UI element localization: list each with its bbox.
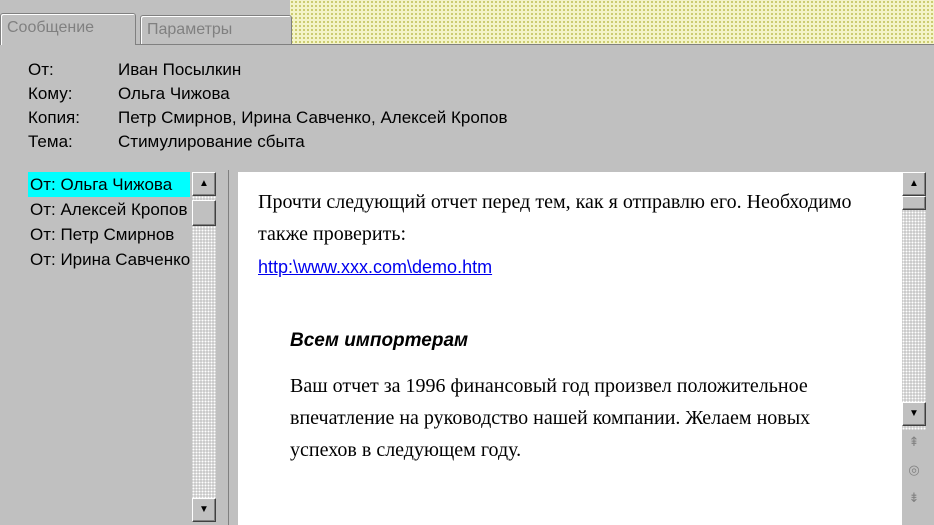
to-value: Ольга Чижова (118, 84, 230, 103)
cc-row: Копия: Петр Смирнов, Ирина Савченко, Алек… (28, 106, 507, 130)
browse-buttons: ⇞ ◎ ⇟ (902, 430, 926, 525)
message-header: От: Иван Посылкин Кому: Ольга Чижова Копия… (28, 58, 507, 154)
message-paragraph: Ваш отчет за 1996 финансовый год произве… (290, 375, 811, 461)
body-scroll-thumb[interactable] (902, 196, 926, 210)
message-body: Прочти следующий отчет перед тем, как я … (238, 172, 902, 525)
message-link[interactable]: http:\www.xxx.com\demo.htm (258, 257, 492, 278)
from-value: Иван Посылкин (118, 60, 242, 79)
to-label: Кому: (28, 84, 73, 103)
tab-parameters[interactable]: Параметры (140, 15, 292, 45)
list-item[interactable]: От: Ирина Савченко (28, 247, 190, 272)
subject-value: Стимулирование сбыта (118, 132, 305, 151)
from-row: От: Иван Посылкин (28, 58, 507, 82)
subject-label: Тема: (28, 132, 73, 151)
tab-strip-background (290, 0, 934, 45)
tab-parameters-label: Параметры (147, 21, 233, 38)
double-arrow-down-icon[interactable]: ⇟ (902, 486, 926, 510)
list-scrollbar[interactable]: ▲ ▼ (192, 172, 216, 522)
list-item[interactable]: От: Ольга Чижова (28, 172, 190, 197)
cc-label: Копия: (28, 108, 80, 127)
double-arrow-up-icon[interactable]: ⇞ (902, 430, 926, 454)
message-subheading: Всем импортерам (290, 330, 469, 351)
arrow-down-icon[interactable]: ▼ (902, 402, 926, 426)
pane-splitter[interactable] (228, 170, 236, 525)
tab-strip: Сообщение Параметры (0, 0, 934, 45)
to-row: Кому: Ольга Чижова (28, 82, 507, 106)
tab-message[interactable]: Сообщение (0, 13, 136, 45)
list-item[interactable]: От: Алексей Кропов (28, 197, 190, 222)
arrow-up-icon[interactable]: ▲ (192, 172, 216, 196)
browse-object-icon[interactable]: ◎ (902, 458, 926, 482)
arrow-down-icon[interactable]: ▼ (192, 498, 216, 522)
message-paragraph: Прочти следующий отчет перед тем, как я … (258, 191, 852, 245)
cc-value: Петр Смирнов, Ирина Савченко, Алексей Кр… (118, 108, 508, 127)
list-item[interactable]: От: Петр Смирнов (28, 222, 190, 247)
tab-underline (136, 44, 934, 45)
arrow-up-icon[interactable]: ▲ (902, 172, 926, 196)
from-label: От: (28, 60, 54, 79)
subject-row: Тема: Стимулирование сбыта (28, 130, 507, 154)
list-scroll-thumb[interactable] (192, 200, 216, 226)
